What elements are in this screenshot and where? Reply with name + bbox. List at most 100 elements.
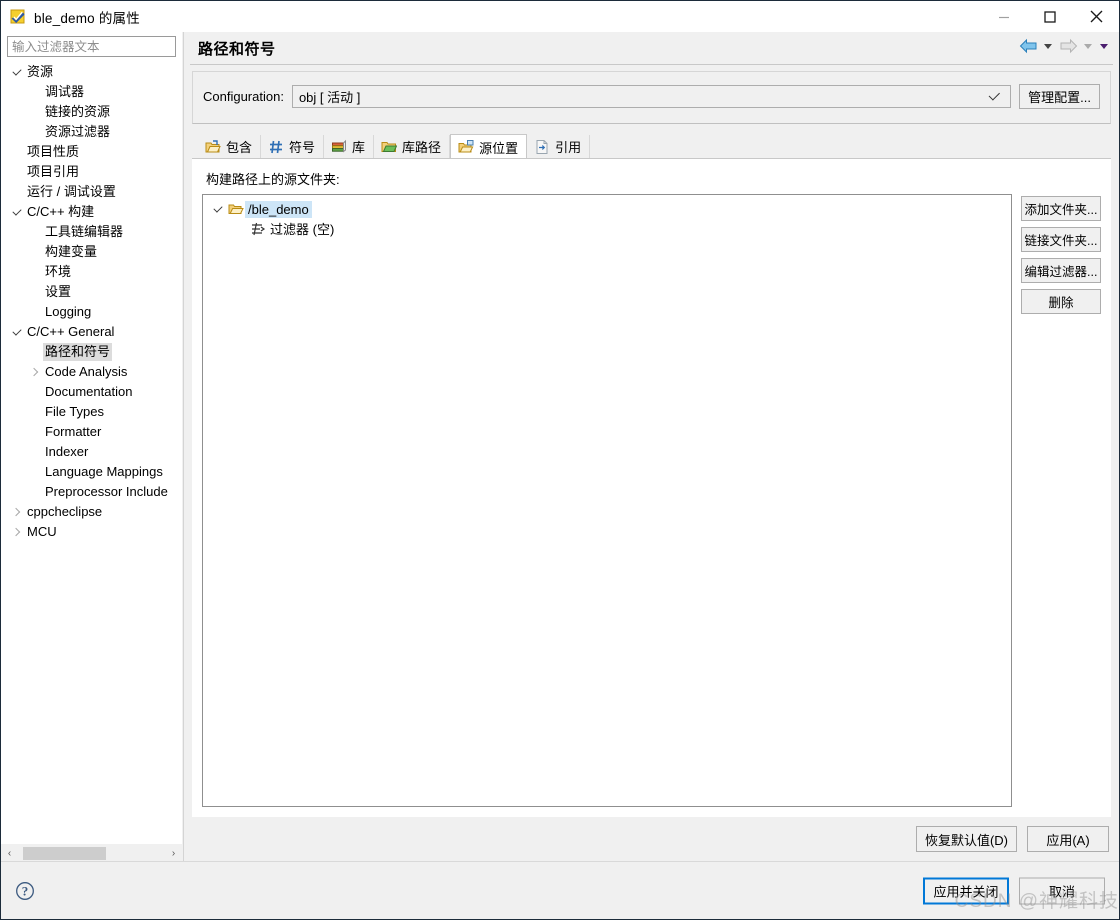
sidebar-item-label: Formatter	[45, 424, 102, 439]
sidebar-item-label: 设置	[45, 284, 72, 299]
filter-container	[1, 32, 182, 60]
tab-符号[interactable]: 符号	[261, 135, 325, 158]
tab-库[interactable]: 库	[324, 135, 375, 158]
back-arrow-icon[interactable]	[1017, 35, 1039, 57]
sidebar-item-label: 项目引用	[27, 164, 80, 179]
settings-sidebar: 资源调试器链接的资源资源过滤器项目性质项目引用运行 / 调试设置 C/C++ 构建…	[1, 32, 183, 862]
chevron-right-icon[interactable]	[27, 362, 43, 382]
sidebar-item-label: 运行 / 调试设置	[27, 184, 116, 199]
chevron-right-icon[interactable]	[9, 502, 25, 522]
dialog-footer: ? 应用并关闭 取消 CSDN @神耀科技	[1, 861, 1119, 919]
scrollbar-thumb[interactable]	[23, 846, 106, 860]
source-location-panel: 构建路径上的源文件夹: /ble_demo 过滤器 (空) 添加文件夹... 链接文…	[192, 158, 1111, 817]
sidebar-item[interactable]: 环境	[1, 262, 182, 282]
edit-filter-button[interactable]: 编辑过滤器...	[1021, 258, 1101, 283]
sidebar-item[interactable]: C/C++ 构建	[1, 202, 182, 222]
tab-源位置[interactable]: 源位置	[450, 134, 528, 159]
sidebar-item-label: 构建变量	[45, 244, 98, 259]
configuration-label: Configuration:	[203, 89, 284, 104]
sidebar-item[interactable]: Logging	[1, 302, 182, 322]
sidebar-item[interactable]: 调试器	[1, 82, 182, 102]
source-tree-item[interactable]: 过滤器 (空)	[203, 219, 1011, 239]
sidebar-item[interactable]: 设置	[1, 282, 182, 302]
chevron-down-icon[interactable]	[9, 322, 25, 342]
sidebar-item-label: 项目性质	[27, 144, 80, 159]
tab-label: 包含	[226, 140, 253, 155]
delete-button[interactable]: 删除	[1021, 289, 1101, 314]
chevron-down-icon[interactable]	[9, 62, 25, 82]
chevron-down-icon[interactable]	[9, 202, 25, 222]
property-tabs[interactable]: 包含 符号 库 库路径 源位置 引用	[192, 133, 1111, 159]
sidebar-item[interactable]: Language Mappings	[1, 462, 182, 482]
back-history-dropdown-icon[interactable]	[1041, 35, 1055, 57]
sidebar-item[interactable]: 项目引用	[1, 162, 182, 182]
sidebar-item[interactable]: 运行 / 调试设置	[1, 182, 182, 202]
manage-configurations-button[interactable]: 管理配置...	[1019, 84, 1100, 109]
chevron-right-icon[interactable]	[9, 522, 25, 542]
apply-button-row: 恢复默认值(D) 应用(A)	[192, 817, 1111, 861]
source-folders-tree[interactable]: /ble_demo 过滤器 (空)	[202, 194, 1012, 807]
settings-tree[interactable]: 资源 调试器 链接的资源 资源过滤器项目性质项目引用运行 / 调试设置 C/C++ 构建…	[1, 60, 182, 844]
sidebar-item-label: cppcheclipse	[27, 504, 103, 519]
source-tree-item[interactable]: /ble_demo	[203, 199, 1011, 219]
properties-checkmark-icon	[10, 9, 26, 25]
sidebar-item[interactable]: 资源过滤器	[1, 122, 182, 142]
minimize-button[interactable]	[981, 1, 1027, 32]
sidebar-item[interactable]: Preprocessor Include	[1, 482, 182, 502]
source-tree-item-label: 过滤器 (空)	[270, 221, 335, 237]
chevron-down-icon[interactable]	[209, 207, 227, 212]
apply-and-close-button[interactable]: 应用并关闭	[923, 877, 1009, 904]
sidebar-item[interactable]: 链接的资源	[1, 102, 182, 122]
sidebar-item[interactable]: Indexer	[1, 442, 182, 462]
sidebar-item[interactable]: cppcheclipse	[1, 502, 182, 522]
sidebar-item[interactable]: File Types	[1, 402, 182, 422]
page-header: 路径和符号	[184, 32, 1119, 64]
sidebar-item[interactable]: 构建变量	[1, 242, 182, 262]
close-button[interactable]	[1073, 1, 1119, 32]
sidebar-item[interactable]: Documentation	[1, 382, 182, 402]
scrollbar-track[interactable]	[18, 844, 165, 862]
sidebar-item-label: Logging	[45, 304, 92, 319]
sidebar-item[interactable]: Formatter	[1, 422, 182, 442]
sidebar-item[interactable]: 项目性质	[1, 142, 182, 162]
filter-icon	[249, 221, 267, 237]
help-question-icon[interactable]: ?	[15, 881, 35, 901]
filter-input[interactable]	[7, 36, 176, 57]
sidebar-item[interactable]: 工具链编辑器	[1, 222, 182, 242]
dialog-body: 资源调试器链接的资源资源过滤器项目性质项目引用运行 / 调试设置 C/C++ 构建…	[1, 32, 1119, 862]
page-title: 路径和符号	[198, 40, 276, 58]
sidebar-item[interactable]: MCU	[1, 522, 182, 542]
restore-defaults-button[interactable]: 恢复默认值(D)	[915, 826, 1017, 852]
sidebar-horizontal-scrollbar[interactable]: ‹ ›	[1, 844, 182, 862]
add-folder-button[interactable]: 添加文件夹...	[1021, 196, 1101, 221]
sidebar-item-label: Code Analysis	[45, 364, 128, 379]
settings-page: 路径和符号 Configuration: obj [活动] 管理配置... …	[183, 32, 1119, 861]
configuration-select[interactable]: obj [ 活动 ]	[291, 85, 1012, 108]
source-tree-item-label: /ble_demo	[245, 200, 312, 218]
scroll-left-arrow[interactable]: ‹	[1, 844, 18, 862]
cancel-button[interactable]: 取消	[1019, 877, 1105, 904]
sidebar-item[interactable]: Code Analysis	[1, 362, 182, 382]
link-folder-button[interactable]: 链接文件夹...	[1021, 227, 1101, 252]
forward-history-dropdown-icon	[1081, 35, 1095, 57]
sidebar-item[interactable]: 资源	[1, 62, 182, 82]
tab-库路径[interactable]: 库路径	[374, 135, 451, 158]
apply-button[interactable]: 应用(A)	[1027, 826, 1109, 852]
maximize-button[interactable]	[1027, 1, 1073, 32]
tab-label: 符号	[289, 140, 316, 155]
page-menu-dropdown-icon[interactable]	[1097, 35, 1111, 57]
tab-引用[interactable]: 引用	[527, 135, 591, 158]
scroll-right-arrow[interactable]: ›	[165, 844, 182, 862]
sidebar-item[interactable]: C/C++ General	[1, 322, 182, 342]
sidebar-item[interactable]: 路径和符号	[1, 342, 182, 362]
open-folder-icon	[227, 201, 245, 217]
tab-包含[interactable]: 包含	[198, 135, 262, 158]
